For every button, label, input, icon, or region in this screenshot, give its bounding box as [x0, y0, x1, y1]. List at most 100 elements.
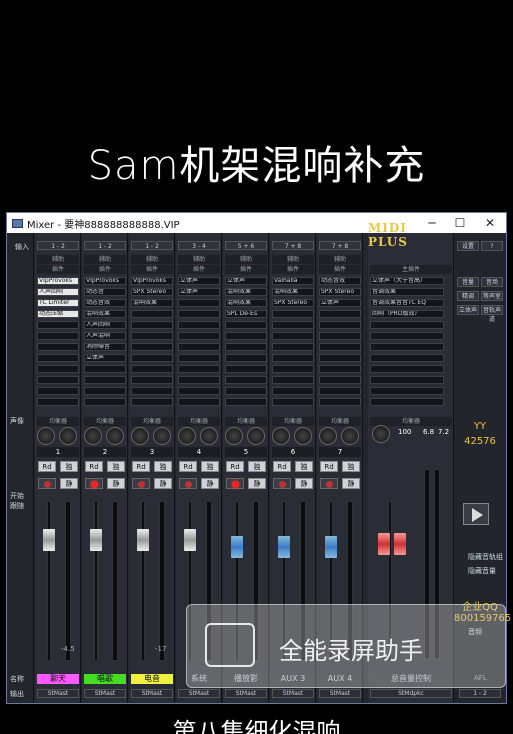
pan-knob[interactable]: [272, 427, 290, 445]
gain-knob[interactable]: [341, 427, 359, 445]
plugin-slot[interactable]: 立体声: [178, 288, 220, 296]
solo-button[interactable]: 独: [60, 461, 78, 472]
plugin-slot[interactable]: 混响效果: [225, 288, 267, 296]
pan-knob[interactable]: [84, 427, 102, 445]
channel-output[interactable]: StMast: [84, 689, 126, 698]
master-fader-left[interactable]: [378, 533, 390, 555]
volume-fader[interactable]: [325, 536, 337, 558]
master-plugin-slot[interactable]: [370, 354, 444, 362]
plugin-slot[interactable]: [319, 321, 361, 329]
plugin-slot[interactable]: 消除噪音: [84, 343, 126, 351]
plugin-slot[interactable]: [37, 376, 79, 384]
record-button[interactable]: [226, 478, 244, 489]
plugin-slot[interactable]: [37, 354, 79, 362]
plugin-slot[interactable]: [272, 398, 314, 406]
play-button[interactable]: [463, 503, 489, 525]
plugin-slot[interactable]: [37, 343, 79, 351]
volume-fader[interactable]: [43, 529, 55, 551]
plugin-slot[interactable]: SPX Stereo: [319, 288, 361, 296]
master-plugin-slot[interactable]: [370, 398, 444, 406]
plugin-slot[interactable]: [131, 321, 173, 329]
plugin-slot[interactable]: [319, 365, 361, 373]
channel-output[interactable]: StMast: [319, 689, 361, 698]
plugin-slot[interactable]: [225, 398, 267, 406]
master-plugin-slot[interactable]: [370, 387, 444, 395]
plugin-slot[interactable]: [178, 387, 220, 395]
gain-knob[interactable]: [59, 427, 77, 445]
plugin-slot[interactable]: 人声回响: [84, 321, 126, 329]
plugin-slot[interactable]: [178, 321, 220, 329]
master-fader-right[interactable]: [394, 533, 406, 555]
plugin-slot[interactable]: 动态音效: [319, 277, 361, 285]
channel-output[interactable]: StMast: [178, 689, 220, 698]
plugin-slot[interactable]: [131, 343, 173, 351]
plugin-slot[interactable]: 动态音: [84, 288, 126, 296]
plugin-slot[interactable]: SPX Stereo: [131, 288, 173, 296]
solo-button[interactable]: 独: [342, 461, 360, 472]
plugin-slot[interactable]: 混响效果: [272, 288, 314, 296]
solo-button[interactable]: 独: [107, 461, 125, 472]
pan-knob[interactable]: [37, 427, 55, 445]
record-button[interactable]: [273, 478, 291, 489]
record-button[interactable]: [179, 478, 197, 489]
plugin-slot[interactable]: 立体声: [178, 277, 220, 285]
volume-button[interactable]: 音量: [457, 277, 479, 287]
mute-button[interactable]: 静: [248, 478, 266, 489]
channel-input-select[interactable]: 7 + 8: [272, 241, 314, 250]
volume-fader[interactable]: [137, 529, 149, 551]
gain-knob[interactable]: [153, 427, 171, 445]
plugin-slot[interactable]: [225, 376, 267, 384]
hide-volume-option[interactable]: 隐藏音量: [468, 566, 496, 576]
channel-input-select[interactable]: 7 + 8: [319, 241, 361, 250]
channel-output[interactable]: StMast: [225, 689, 267, 698]
plugin-slot[interactable]: 立体声: [319, 299, 361, 307]
volume-fader[interactable]: [90, 529, 102, 551]
record-button[interactable]: [85, 478, 103, 489]
plugin-slot[interactable]: [131, 354, 173, 362]
plugin-slot[interactable]: [37, 365, 79, 373]
record-button[interactable]: [38, 478, 56, 489]
plugin-slot[interactable]: [225, 332, 267, 340]
plugin-slot[interactable]: [84, 376, 126, 384]
plugin-slot[interactable]: [178, 354, 220, 362]
plugin-slot[interactable]: [272, 343, 314, 351]
fine-tune-button[interactable]: 精调: [457, 291, 479, 301]
gain-knob[interactable]: [106, 427, 124, 445]
plugin-slot[interactable]: [37, 321, 79, 329]
volume-fader[interactable]: [231, 536, 243, 558]
read-button[interactable]: Rd: [132, 461, 150, 472]
master-plugin-slot[interactable]: [370, 376, 444, 384]
plugin-slot[interactable]: [272, 376, 314, 384]
plugin-slot[interactable]: [319, 354, 361, 362]
plugin-slot[interactable]: [37, 398, 79, 406]
channel-output[interactable]: StMast: [131, 689, 173, 698]
channel-name[interactable]: 唱歌: [84, 674, 126, 684]
plugin-slot[interactable]: 混响效果: [225, 299, 267, 307]
mute-button[interactable]: 静: [107, 478, 125, 489]
settings-button[interactable]: 设置: [457, 241, 479, 251]
soundfield-button[interactable]: 音场: [481, 277, 503, 287]
plugin-slot[interactable]: [131, 398, 173, 406]
plugin-slot[interactable]: TC Limiter: [37, 299, 79, 307]
mute-button[interactable]: 静: [342, 478, 360, 489]
channel-input-select[interactable]: 1 - 2: [37, 241, 79, 250]
plugin-slot[interactable]: [225, 387, 267, 395]
read-button[interactable]: Rd: [273, 461, 291, 472]
plugin-slot[interactable]: [272, 354, 314, 362]
room-button[interactable]: 等声室: [481, 291, 503, 301]
plugin-slot[interactable]: [131, 376, 173, 384]
plugin-slot[interactable]: [319, 332, 361, 340]
plugin-slot[interactable]: [131, 332, 173, 340]
plugin-slot[interactable]: SPL De-Es: [225, 310, 267, 318]
volume-fader[interactable]: [278, 536, 290, 558]
plugin-slot[interactable]: [319, 343, 361, 351]
plugin-slot[interactable]: [272, 310, 314, 318]
plugin-slot[interactable]: [272, 387, 314, 395]
master-plugin-slot[interactable]: [370, 343, 444, 351]
master-plugin-slot[interactable]: [370, 321, 444, 329]
close-button[interactable]: ✕: [476, 213, 504, 233]
plugin-slot[interactable]: [225, 321, 267, 329]
plugin-slot[interactable]: 人声回响: [37, 288, 79, 296]
pan-knob[interactable]: [131, 427, 149, 445]
master-plugin-slot[interactable]: 回响（PRO版效）: [370, 310, 444, 318]
